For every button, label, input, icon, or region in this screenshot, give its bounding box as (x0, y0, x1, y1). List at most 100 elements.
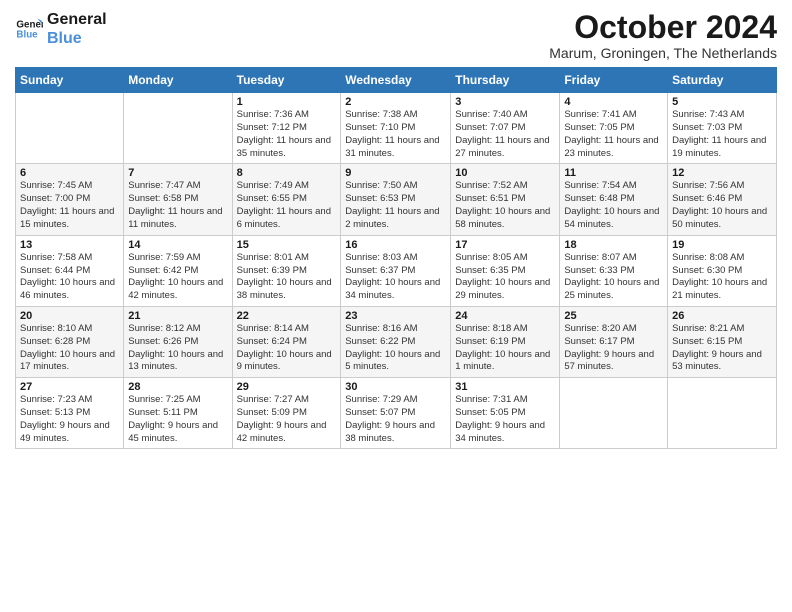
day-info: Sunrise: 7:31 AM Sunset: 5:05 PM Dayligh… (455, 394, 555, 445)
day-info: Sunrise: 7:23 AM Sunset: 5:13 PM Dayligh… (20, 394, 119, 445)
calendar-day-cell: 22Sunrise: 8:14 AM Sunset: 6:24 PM Dayli… (232, 306, 341, 377)
day-number: 28 (128, 381, 227, 393)
weekday-header: Sunday (16, 68, 124, 93)
calendar-day-cell: 3Sunrise: 7:40 AM Sunset: 7:07 PM Daylig… (451, 93, 560, 164)
page: General Blue General Blue October 2024 M… (0, 0, 792, 459)
day-number: 3 (455, 96, 555, 108)
day-info: Sunrise: 8:18 AM Sunset: 6:19 PM Dayligh… (455, 323, 555, 374)
day-info: Sunrise: 7:52 AM Sunset: 6:51 PM Dayligh… (455, 180, 555, 231)
weekday-header: Friday (560, 68, 668, 93)
weekday-header: Monday (124, 68, 232, 93)
calendar-day-cell: 2Sunrise: 7:38 AM Sunset: 7:10 PM Daylig… (341, 93, 451, 164)
calendar-header-row: SundayMondayTuesdayWednesdayThursdayFrid… (16, 68, 777, 93)
logo-line1: General (47, 10, 107, 29)
title-block: October 2024 Marum, Groningen, The Nethe… (549, 10, 777, 61)
calendar-day-cell: 8Sunrise: 7:49 AM Sunset: 6:55 PM Daylig… (232, 164, 341, 235)
subtitle: Marum, Groningen, The Netherlands (549, 45, 777, 61)
day-number: 10 (455, 167, 555, 179)
day-info: Sunrise: 7:41 AM Sunset: 7:05 PM Dayligh… (564, 109, 663, 160)
day-info: Sunrise: 7:36 AM Sunset: 7:12 PM Dayligh… (237, 109, 337, 160)
calendar-week-row: 13Sunrise: 7:58 AM Sunset: 6:44 PM Dayli… (16, 235, 777, 306)
day-number: 19 (672, 239, 772, 251)
day-info: Sunrise: 7:43 AM Sunset: 7:03 PM Dayligh… (672, 109, 772, 160)
calendar-day-cell: 23Sunrise: 8:16 AM Sunset: 6:22 PM Dayli… (341, 306, 451, 377)
calendar-day-cell: 16Sunrise: 8:03 AM Sunset: 6:37 PM Dayli… (341, 235, 451, 306)
calendar-day-cell: 31Sunrise: 7:31 AM Sunset: 5:05 PM Dayli… (451, 378, 560, 449)
calendar-day-cell: 6Sunrise: 7:45 AM Sunset: 7:00 PM Daylig… (16, 164, 124, 235)
calendar-week-row: 6Sunrise: 7:45 AM Sunset: 7:00 PM Daylig… (16, 164, 777, 235)
calendar-week-row: 20Sunrise: 8:10 AM Sunset: 6:28 PM Dayli… (16, 306, 777, 377)
calendar-day-cell: 28Sunrise: 7:25 AM Sunset: 5:11 PM Dayli… (124, 378, 232, 449)
calendar-day-cell: 5Sunrise: 7:43 AM Sunset: 7:03 PM Daylig… (668, 93, 777, 164)
day-number: 1 (237, 96, 337, 108)
weekday-header: Tuesday (232, 68, 341, 93)
day-number: 16 (345, 239, 446, 251)
calendar-day-cell: 27Sunrise: 7:23 AM Sunset: 5:13 PM Dayli… (16, 378, 124, 449)
day-info: Sunrise: 8:05 AM Sunset: 6:35 PM Dayligh… (455, 252, 555, 303)
day-info: Sunrise: 7:40 AM Sunset: 7:07 PM Dayligh… (455, 109, 555, 160)
weekday-header: Saturday (668, 68, 777, 93)
calendar-day-cell: 4Sunrise: 7:41 AM Sunset: 7:05 PM Daylig… (560, 93, 668, 164)
weekday-header: Thursday (451, 68, 560, 93)
day-info: Sunrise: 7:54 AM Sunset: 6:48 PM Dayligh… (564, 180, 663, 231)
day-info: Sunrise: 8:01 AM Sunset: 6:39 PM Dayligh… (237, 252, 337, 303)
main-title: October 2024 (549, 10, 777, 45)
day-info: Sunrise: 7:58 AM Sunset: 6:44 PM Dayligh… (20, 252, 119, 303)
day-info: Sunrise: 7:49 AM Sunset: 6:55 PM Dayligh… (237, 180, 337, 231)
day-info: Sunrise: 7:47 AM Sunset: 6:58 PM Dayligh… (128, 180, 227, 231)
day-number: 15 (237, 239, 337, 251)
weekday-header: Wednesday (341, 68, 451, 93)
day-number: 13 (20, 239, 119, 251)
logo: General Blue General Blue (15, 10, 107, 48)
day-info: Sunrise: 7:59 AM Sunset: 6:42 PM Dayligh… (128, 252, 227, 303)
calendar-day-cell: 30Sunrise: 7:29 AM Sunset: 5:07 PM Dayli… (341, 378, 451, 449)
day-number: 2 (345, 96, 446, 108)
calendar-day-cell: 18Sunrise: 8:07 AM Sunset: 6:33 PM Dayli… (560, 235, 668, 306)
calendar-day-cell: 7Sunrise: 7:47 AM Sunset: 6:58 PM Daylig… (124, 164, 232, 235)
calendar-day-cell: 21Sunrise: 8:12 AM Sunset: 6:26 PM Dayli… (124, 306, 232, 377)
day-number: 6 (20, 167, 119, 179)
day-number: 22 (237, 310, 337, 322)
calendar-week-row: 1Sunrise: 7:36 AM Sunset: 7:12 PM Daylig… (16, 93, 777, 164)
calendar-day-cell (560, 378, 668, 449)
day-number: 20 (20, 310, 119, 322)
calendar-day-cell (16, 93, 124, 164)
day-number: 29 (237, 381, 337, 393)
day-number: 17 (455, 239, 555, 251)
calendar-day-cell: 12Sunrise: 7:56 AM Sunset: 6:46 PM Dayli… (668, 164, 777, 235)
day-info: Sunrise: 8:12 AM Sunset: 6:26 PM Dayligh… (128, 323, 227, 374)
day-number: 23 (345, 310, 446, 322)
calendar-day-cell: 13Sunrise: 7:58 AM Sunset: 6:44 PM Dayli… (16, 235, 124, 306)
day-number: 31 (455, 381, 555, 393)
day-info: Sunrise: 8:21 AM Sunset: 6:15 PM Dayligh… (672, 323, 772, 374)
day-info: Sunrise: 7:56 AM Sunset: 6:46 PM Dayligh… (672, 180, 772, 231)
day-number: 7 (128, 167, 227, 179)
day-number: 14 (128, 239, 227, 251)
logo-icon: General Blue (15, 15, 43, 43)
logo-line2: Blue (47, 29, 107, 48)
calendar-day-cell: 19Sunrise: 8:08 AM Sunset: 6:30 PM Dayli… (668, 235, 777, 306)
calendar-day-cell: 29Sunrise: 7:27 AM Sunset: 5:09 PM Dayli… (232, 378, 341, 449)
day-number: 5 (672, 96, 772, 108)
calendar-day-cell: 14Sunrise: 7:59 AM Sunset: 6:42 PM Dayli… (124, 235, 232, 306)
day-number: 25 (564, 310, 663, 322)
day-number: 12 (672, 167, 772, 179)
day-info: Sunrise: 8:14 AM Sunset: 6:24 PM Dayligh… (237, 323, 337, 374)
day-info: Sunrise: 8:10 AM Sunset: 6:28 PM Dayligh… (20, 323, 119, 374)
calendar-day-cell: 26Sunrise: 8:21 AM Sunset: 6:15 PM Dayli… (668, 306, 777, 377)
calendar-day-cell: 10Sunrise: 7:52 AM Sunset: 6:51 PM Dayli… (451, 164, 560, 235)
day-info: Sunrise: 8:08 AM Sunset: 6:30 PM Dayligh… (672, 252, 772, 303)
day-number: 30 (345, 381, 446, 393)
svg-text:Blue: Blue (16, 30, 38, 41)
day-number: 26 (672, 310, 772, 322)
calendar-day-cell: 20Sunrise: 8:10 AM Sunset: 6:28 PM Dayli… (16, 306, 124, 377)
day-info: Sunrise: 7:50 AM Sunset: 6:53 PM Dayligh… (345, 180, 446, 231)
day-number: 21 (128, 310, 227, 322)
day-number: 11 (564, 167, 663, 179)
calendar-day-cell (668, 378, 777, 449)
calendar-week-row: 27Sunrise: 7:23 AM Sunset: 5:13 PM Dayli… (16, 378, 777, 449)
day-info: Sunrise: 7:25 AM Sunset: 5:11 PM Dayligh… (128, 394, 227, 445)
day-number: 9 (345, 167, 446, 179)
calendar-table: SundayMondayTuesdayWednesdayThursdayFrid… (15, 67, 777, 449)
day-info: Sunrise: 7:45 AM Sunset: 7:00 PM Dayligh… (20, 180, 119, 231)
